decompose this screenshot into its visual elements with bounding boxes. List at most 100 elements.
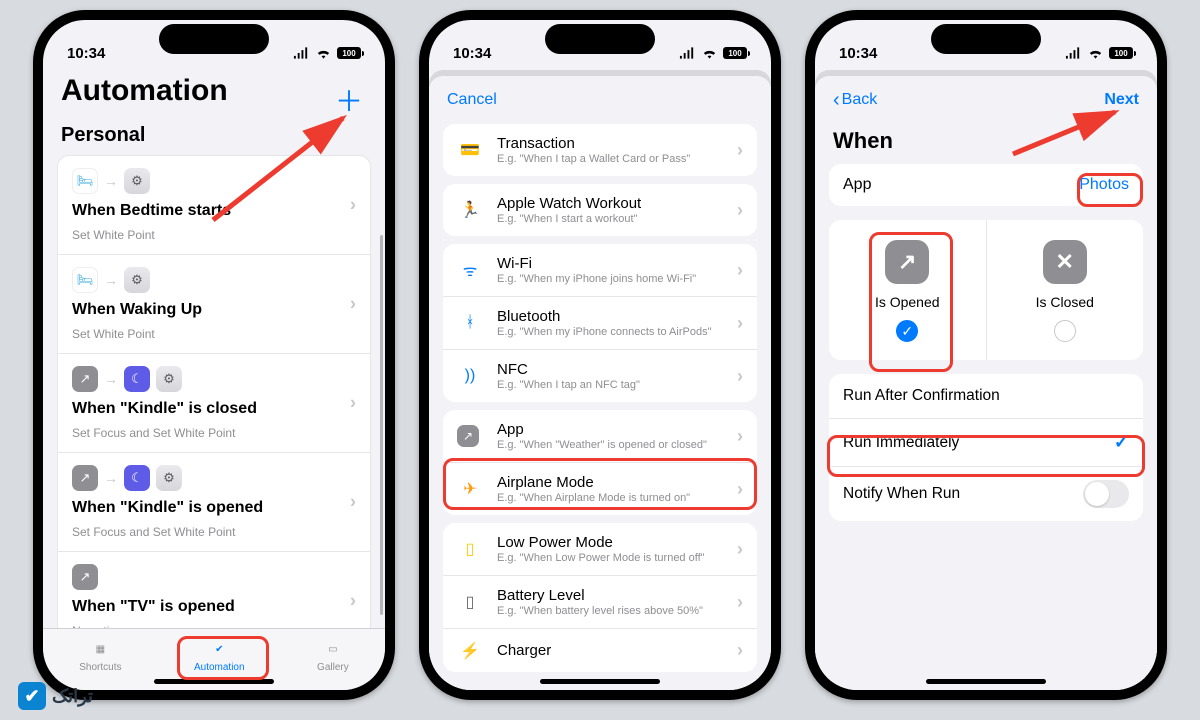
clock: 10:34 xyxy=(453,45,491,62)
notify-when-run[interactable]: Notify When Run xyxy=(829,467,1143,521)
trigger-workout[interactable]: 🏃 Apple Watch WorkoutE.g. "When I start … xyxy=(443,184,757,236)
trigger-transaction[interactable]: 💳 TransactionE.g. "When I tap a Wallet C… xyxy=(443,124,757,176)
charger-icon: ⚡ xyxy=(457,641,483,661)
trigger-lowpower[interactable]: ▯Low Power ModeE.g. "When Low Power Mode… xyxy=(443,523,757,576)
chevron-right-icon: › xyxy=(737,140,743,161)
clock: 10:34 xyxy=(67,45,105,62)
automation-item[interactable]: 🛏→⚙ When Waking Up Set White Point › xyxy=(58,255,370,354)
moon-icon: ☾ xyxy=(124,366,150,392)
chevron-right-icon: › xyxy=(350,492,356,513)
wifi-icon xyxy=(1087,47,1104,59)
notch xyxy=(159,24,269,54)
battery-icon: 100 xyxy=(337,47,361,59)
item-sub: Set Focus and Set White Point xyxy=(72,426,356,440)
arrow-out-icon: ↗ xyxy=(72,465,98,491)
run-options: Run After Confirmation Run Immediately✓ … xyxy=(829,374,1143,521)
moon-icon: ☾ xyxy=(124,465,150,491)
notch xyxy=(545,24,655,54)
radio-selected[interactable]: ✓ xyxy=(896,320,918,342)
chevron-right-icon: › xyxy=(737,592,743,613)
workout-icon: 🏃 xyxy=(457,200,483,220)
trigger-app[interactable]: ↗AppE.g. "When "Weather" is opened or cl… xyxy=(443,410,757,463)
home-indicator xyxy=(540,679,660,684)
chevron-right-icon: › xyxy=(350,591,356,612)
shortcuts-icon: ▦ xyxy=(89,638,111,660)
item-title: When "Kindle" is closed xyxy=(72,400,356,418)
signal-icon xyxy=(293,47,310,59)
automation-item[interactable]: ↗ When "TV" is opened No actions › xyxy=(58,552,370,628)
arrow-out-icon: ↗ xyxy=(885,240,929,284)
home-indicator xyxy=(926,679,1046,684)
phone-2: 10:34 100 Cancel 💳 TransactionE.g. "When… xyxy=(419,10,781,700)
tab-gallery[interactable]: ▭ Gallery xyxy=(307,634,359,677)
trigger-charger[interactable]: ⚡Charger› xyxy=(443,629,757,672)
cancel-button[interactable]: Cancel xyxy=(447,91,497,109)
chevron-right-icon: › xyxy=(737,366,743,387)
automation-item[interactable]: ↗→☾⚙ When "Kindle" is closed Set Focus a… xyxy=(58,354,370,453)
chevron-right-icon: › xyxy=(737,539,743,560)
is-opened-option[interactable]: ↗ Is Opened ✓ xyxy=(829,220,986,360)
chevron-right-icon: › xyxy=(350,294,356,315)
arrow-out-icon: ↗ xyxy=(72,366,98,392)
watermark-logo: ✔ xyxy=(18,682,46,710)
trigger-battery[interactable]: ▯Battery LevelE.g. "When battery level r… xyxy=(443,576,757,629)
nav-bar: Cancel xyxy=(429,76,771,124)
chevron-left-icon: ‹ xyxy=(833,89,840,112)
back-button[interactable]: ‹ Back xyxy=(833,89,877,112)
check-icon: ✓ xyxy=(1114,432,1129,453)
trigger-airplane[interactable]: ✈Airplane ModeE.g. "When Airplane Mode i… xyxy=(443,463,757,515)
chevron-right-icon: › xyxy=(737,479,743,500)
app-value: Photos xyxy=(1079,176,1129,194)
settings-icon: ⚙ xyxy=(156,465,182,491)
is-closed-option[interactable]: ✕ Is Closed xyxy=(986,220,1144,360)
app-icon: ↗ xyxy=(457,425,483,447)
arrow-to-next xyxy=(1005,106,1145,171)
scroll-indicator xyxy=(380,235,383,615)
run-after-confirmation[interactable]: Run After Confirmation xyxy=(829,374,1143,419)
open-close-toggle: ↗ Is Opened ✓ ✕ Is Closed xyxy=(829,220,1143,360)
tab-shortcuts[interactable]: ▦ Shortcuts xyxy=(69,634,131,677)
wifi-icon: ᯤ xyxy=(457,259,483,281)
radio-unselected[interactable] xyxy=(1054,320,1076,342)
watermark: ✔ تراتک xyxy=(18,682,93,710)
tab-automation[interactable]: ✔︎ Automation xyxy=(184,634,255,677)
phone-1: 10:34 100 ＋ Automation Personal 🛏→⚙ When… xyxy=(33,10,395,700)
trigger-nfc[interactable]: ))NFCE.g. "When I tap an NFC tag"› xyxy=(443,350,757,402)
chevron-right-icon: › xyxy=(350,393,356,414)
run-immediately[interactable]: Run Immediately✓ xyxy=(829,419,1143,467)
signal-icon xyxy=(679,47,696,59)
gallery-icon: ▭ xyxy=(322,638,344,660)
page-title: Automation xyxy=(43,70,385,110)
trigger-wifi[interactable]: ᯤWi-FiE.g. "When my iPhone joins home Wi… xyxy=(443,244,757,297)
phone-3: 10:34 100 ‹ Back Next When App Photos ↗ … xyxy=(805,10,1167,700)
item-sub: Set White Point xyxy=(72,327,356,341)
arrow-out-icon: ↗ xyxy=(72,564,98,590)
chevron-right-icon: › xyxy=(737,313,743,334)
automation-item[interactable]: ↗→☾⚙ When "Kindle" is opened Set Focus a… xyxy=(58,453,370,552)
settings-icon: ⚙ xyxy=(156,366,182,392)
chevron-right-icon: › xyxy=(737,640,743,661)
battery-level-icon: ▯ xyxy=(457,592,483,612)
chevron-right-icon: › xyxy=(737,426,743,447)
battery-icon: 100 xyxy=(1109,47,1133,59)
notch xyxy=(931,24,1041,54)
bluetooth-icon: ᚼ xyxy=(457,314,483,332)
item-title: When "TV" is opened xyxy=(72,598,356,616)
arrow-to-add xyxy=(203,110,363,235)
lowpower-icon: ▯ xyxy=(457,539,483,559)
close-icon: ✕ xyxy=(1043,240,1087,284)
signal-icon xyxy=(1065,47,1082,59)
wifi-icon xyxy=(315,47,332,59)
settings-icon: ⚙ xyxy=(124,168,150,194)
battery-icon: 100 xyxy=(723,47,747,59)
chevron-right-icon: › xyxy=(737,200,743,221)
item-title: When "Kindle" is opened xyxy=(72,499,356,517)
switch-off[interactable] xyxy=(1083,480,1129,508)
bed-icon: 🛏 xyxy=(72,267,98,293)
automation-icon: ✔︎ xyxy=(208,638,230,660)
item-sub: Set Focus and Set White Point xyxy=(72,525,356,539)
trigger-bluetooth[interactable]: ᚼBluetoothE.g. "When my iPhone connects … xyxy=(443,297,757,350)
nfc-icon: )) xyxy=(457,367,483,385)
item-sub: No actions xyxy=(72,624,356,628)
settings-icon: ⚙ xyxy=(124,267,150,293)
